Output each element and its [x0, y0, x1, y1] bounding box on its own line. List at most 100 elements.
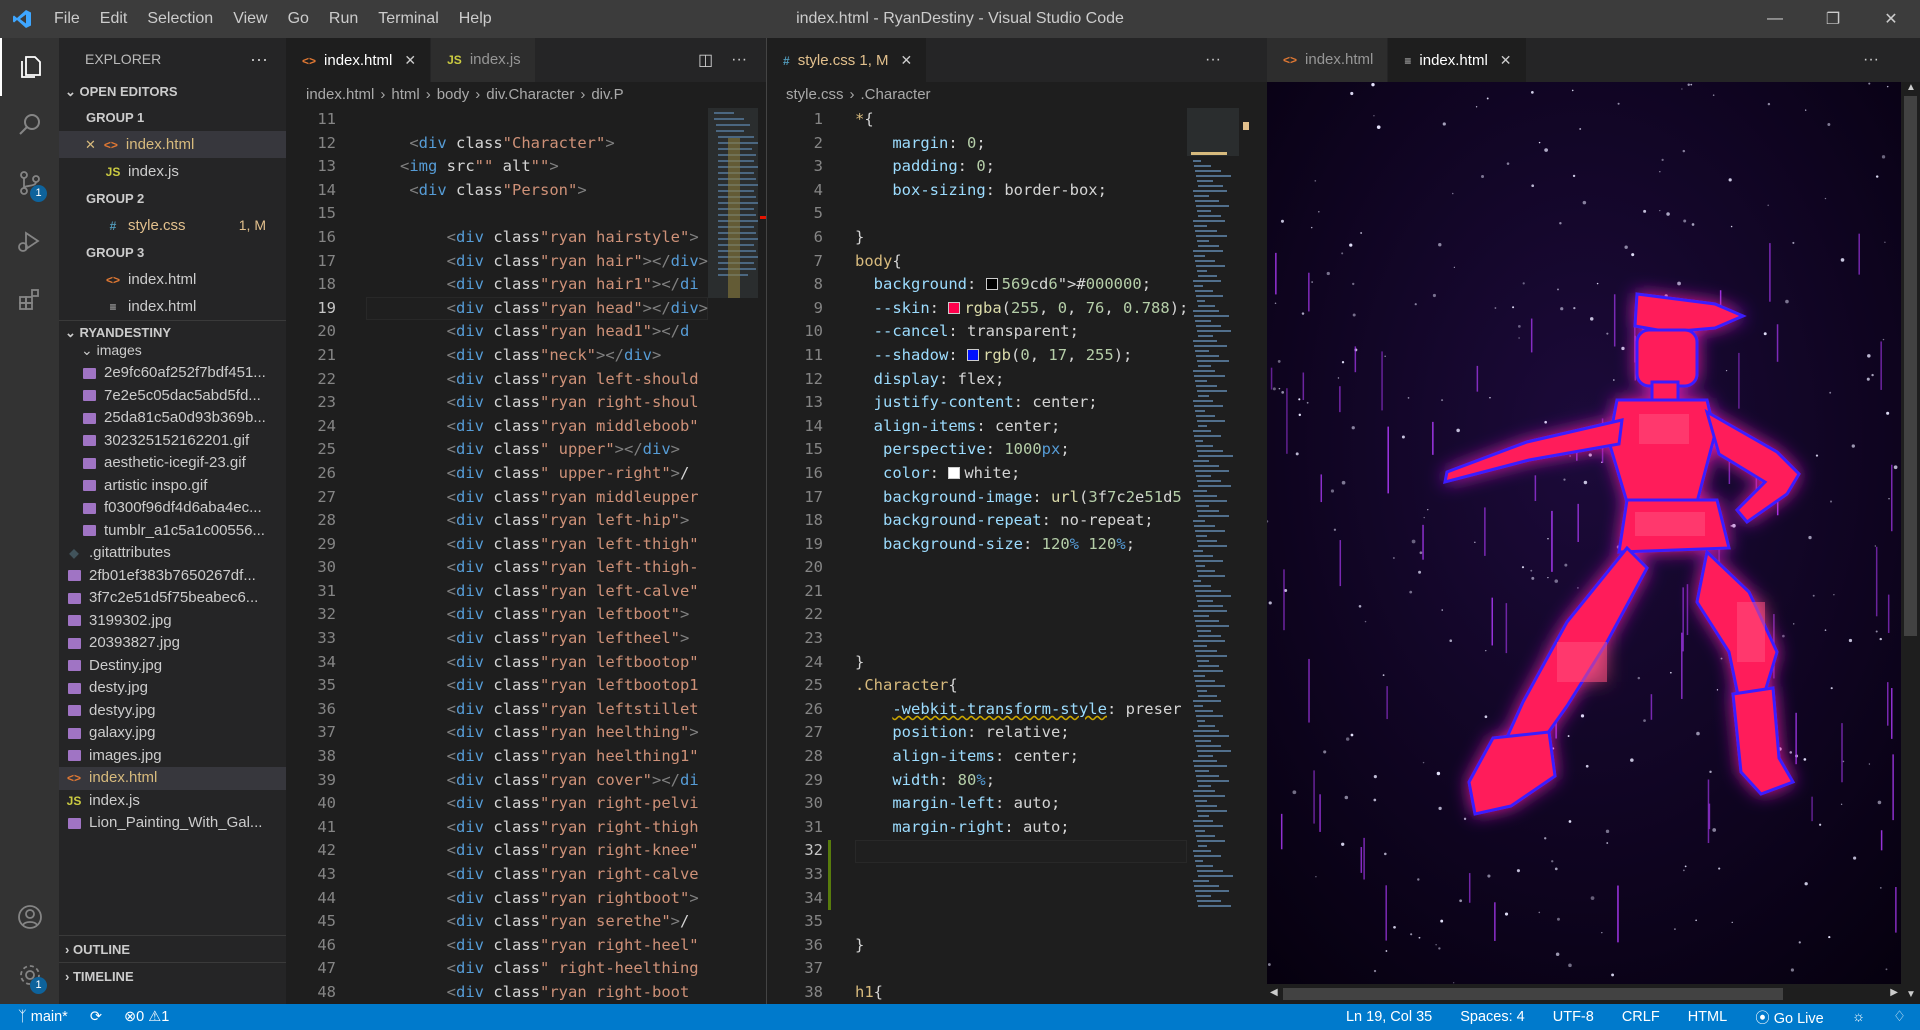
file-item[interactable]: artistic inspo.gif — [59, 475, 286, 498]
cursor-position[interactable]: Ln 19, Col 35 — [1346, 1009, 1432, 1025]
minimize-icon[interactable]: — — [1746, 0, 1804, 38]
file-item[interactable]: destyy.jpg — [59, 700, 286, 723]
preview-vertical-scrollbar[interactable]: ▲ ▼ — [1901, 82, 1920, 1004]
file-item[interactable]: galaxy.jpg — [59, 722, 286, 745]
browser-preview[interactable] — [1267, 82, 1901, 984]
breadcrumb-item[interactable]: index.html — [306, 86, 374, 103]
open-editor-item[interactable]: # style.css 1, M — [59, 212, 286, 239]
open-editor-item[interactable]: ✕ <> index.html — [59, 131, 286, 158]
html-editor[interactable]: 11 12 13 14 15 16 17 18 19 20 21 22 23 24 25 26 27 28 29 30… — [286, 108, 708, 1004]
run-debug-icon[interactable] — [0, 212, 59, 270]
open-editor-item[interactable]: ≡ index.html — [59, 293, 286, 320]
file-item[interactable]: 2fb01ef383b7650267df... — [59, 565, 286, 588]
minimap-line — [1197, 780, 1229, 782]
code-line: <div class"neck"></div> — [446, 345, 662, 364]
breadcrumb-item[interactable]: body — [437, 86, 470, 103]
menu-help[interactable]: Help — [449, 10, 502, 28]
menu-go[interactable]: Go — [278, 10, 319, 28]
timeline-header[interactable]: › TIMELINE — [59, 962, 286, 989]
breadcrumb-item[interactable]: div.P — [591, 86, 623, 103]
file-item[interactable]: 3f7c2e51d5f75beabec6... — [59, 587, 286, 610]
tab-index-html[interactable]: ≡ index.html ✕ — [1388, 38, 1527, 82]
project-header[interactable]: ⌄ RYANDESTINY — [59, 320, 286, 344]
scroll-left-icon[interactable]: ◀ — [1270, 987, 1278, 998]
more-actions-icon[interactable]: ··· — [731, 51, 747, 69]
menu-run[interactable]: Run — [319, 10, 368, 28]
menu-selection[interactable]: Selection — [137, 10, 223, 28]
menu-edit[interactable]: Edit — [90, 10, 138, 28]
file-item[interactable]: images.jpg — [59, 745, 286, 768]
sync-icon[interactable]: ⟳ — [90, 1009, 102, 1025]
tab-index-js[interactable]: JS index.js — [431, 38, 536, 82]
minimap-1[interactable] — [708, 108, 766, 1004]
account-icon[interactable] — [0, 888, 59, 946]
menu-file[interactable]: File — [44, 10, 90, 28]
breadcrumb-item[interactable]: style.css — [786, 86, 844, 103]
scroll-up-icon[interactable]: ▲ — [1906, 82, 1916, 93]
open-editors-header[interactable]: ⌄ OPEN EDITORS — [59, 80, 286, 104]
file-item[interactable]: tumblr_a1c5a1c00556... — [59, 520, 286, 543]
line-number: 27 — [317, 487, 336, 506]
scroll-thumb-horizontal[interactable] — [1283, 988, 1783, 1000]
notifications-bell-icon[interactable]: ♢ — [1893, 1009, 1906, 1025]
close-tab-icon[interactable]: ✕ — [1500, 52, 1512, 68]
menu-view[interactable]: View — [223, 10, 277, 28]
file-item[interactable]: Lion_Painting_With_Gal... — [59, 812, 286, 835]
css-editor[interactable]: 1 2 3 4 5 6 7 8 9 10 11 12 13 14 15 16 17 18 19 20 21 22 23 24 2… — [767, 108, 1187, 1004]
file-item[interactable]: JS index.js — [59, 790, 286, 813]
file-item[interactable]: ◆ .gitattributes — [59, 542, 286, 565]
split-editor-icon[interactable]: ◫ — [698, 50, 713, 70]
feedback-icon[interactable]: ☼ — [1852, 1009, 1865, 1025]
file-item[interactable]: 7e2e5c05dac5abd5fd... — [59, 385, 286, 408]
file-item[interactable]: aesthetic-icegif-23.gif — [59, 452, 286, 475]
file-item[interactable]: 20393827.jpg — [59, 632, 286, 655]
scroll-right-icon[interactable]: ▶ — [1890, 987, 1898, 998]
extensions-icon[interactable] — [0, 270, 59, 328]
tab-index-html[interactable]: <> index.html — [1267, 38, 1389, 82]
breadcrumb-item[interactable]: div.Character — [486, 86, 574, 103]
file-item[interactable]: 302325152162201.gif — [59, 430, 286, 453]
more-actions-icon[interactable]: ··· — [1863, 51, 1879, 69]
source-control-icon[interactable]: 1 — [0, 154, 59, 212]
tab-style-css[interactable]: # style.css 1, M ✕ — [767, 38, 928, 82]
restore-icon[interactable]: ❐ — [1804, 0, 1862, 38]
file-item[interactable]: 2e9fc60af252f7bdf451... — [59, 362, 286, 385]
settings-gear-icon[interactable]: 1 — [0, 946, 59, 1004]
close-tab-icon[interactable]: ✕ — [901, 52, 913, 68]
close-icon[interactable]: ✕ — [1862, 0, 1920, 38]
css-scrollbar[interactable] — [1249, 82, 1267, 1004]
tab-label: index.js — [469, 51, 521, 68]
file-item[interactable]: 25da81c5a0d93b369b... — [59, 407, 286, 430]
preview-horizontal-scrollbar[interactable]: ◀ ▶ — [1267, 984, 1901, 1004]
file-item[interactable]: Destiny.jpg — [59, 655, 286, 678]
file-item[interactable]: desty.jpg — [59, 677, 286, 700]
file-item[interactable]: <> index.html — [59, 767, 286, 790]
tab-index-html[interactable]: <> index.html ✕ — [286, 38, 432, 82]
more-actions-icon[interactable]: ··· — [250, 38, 268, 80]
breadcrumb-item[interactable]: html — [391, 86, 419, 103]
minimap-2[interactable] — [1187, 108, 1249, 1004]
menu-terminal[interactable]: Terminal — [368, 10, 448, 28]
outline-header[interactable]: › OUTLINE — [59, 935, 286, 962]
indentation[interactable]: Spaces: 4 — [1460, 1009, 1525, 1025]
code-line: <div class"ryan left-thigh- — [446, 558, 699, 577]
line-ending[interactable]: CRLF — [1622, 1009, 1660, 1025]
folder-images[interactable]: ⌄ images — [59, 344, 286, 362]
encoding[interactable]: UTF-8 — [1553, 1009, 1594, 1025]
language-mode[interactable]: HTML — [1688, 1009, 1727, 1025]
open-editor-item[interactable]: JS index.js — [59, 158, 286, 185]
explorer-icon[interactable] — [0, 38, 59, 96]
more-actions-icon[interactable]: ··· — [1205, 51, 1221, 69]
problems-indicator[interactable]: ⊗0 ⚠1 — [124, 1009, 169, 1025]
close-editor-icon[interactable]: ✕ — [85, 137, 96, 152]
scroll-down-icon[interactable]: ▼ — [1906, 989, 1916, 1000]
branch-indicator[interactable]: ᛉ main* — [18, 1009, 68, 1025]
open-editor-item[interactable]: <> index.html — [59, 266, 286, 293]
close-tab-icon[interactable]: ✕ — [404, 52, 416, 68]
file-item[interactable]: f0300f96df4d6aba4ec... — [59, 497, 286, 520]
file-item[interactable]: 3199302.jpg — [59, 610, 286, 633]
go-live-button[interactable]: ⦿ Go Live — [1755, 1007, 1824, 1028]
breadcrumb-item[interactable]: .Character — [861, 86, 931, 103]
scroll-thumb[interactable] — [1904, 96, 1917, 636]
search-icon[interactable] — [0, 96, 59, 154]
